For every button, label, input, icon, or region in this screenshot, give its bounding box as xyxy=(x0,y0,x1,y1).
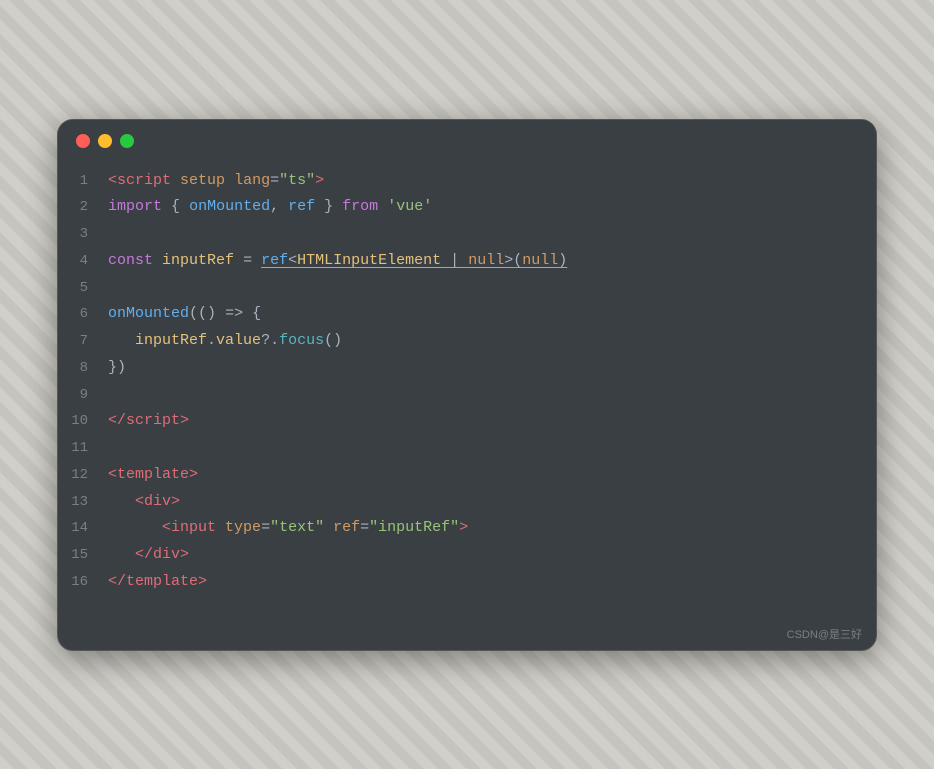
code-line-5: 5 xyxy=(58,275,876,302)
line-number: 2 xyxy=(58,196,108,219)
code-line-4: 4 const inputRef = ref<HTMLInputElement … xyxy=(58,248,876,275)
line-number: 4 xyxy=(58,250,108,273)
watermark: CSDN@是三好 xyxy=(58,620,876,650)
code-window: 1 <script setup lang="ts"> 2 import { on… xyxy=(57,119,877,651)
code-line-8: 8 }) xyxy=(58,355,876,382)
line-content: import { onMounted, ref } from 'vue' xyxy=(108,195,432,220)
code-line-9: 9 xyxy=(58,382,876,409)
code-line-12: 12 <template> xyxy=(58,462,876,489)
line-content: </div> xyxy=(108,543,189,568)
titlebar xyxy=(58,120,876,158)
line-content: <template> xyxy=(108,463,198,488)
code-line-10: 10 </script> xyxy=(58,408,876,435)
code-line-3: 3 xyxy=(58,221,876,248)
line-number: 1 xyxy=(58,170,108,193)
code-line-13: 13 <div> xyxy=(58,489,876,516)
line-number: 3 xyxy=(58,223,108,246)
line-content xyxy=(108,276,117,301)
line-content: }) xyxy=(108,356,126,381)
code-line-14: 14 <input type="text" ref="inputRef"> xyxy=(58,515,876,542)
line-number: 7 xyxy=(58,330,108,353)
line-content: <div> xyxy=(108,490,180,515)
line-number: 8 xyxy=(58,357,108,380)
line-number: 13 xyxy=(58,491,108,514)
code-line-6: 6 onMounted(() => { xyxy=(58,301,876,328)
line-number: 14 xyxy=(58,517,108,540)
code-editor: 1 <script setup lang="ts"> 2 import { on… xyxy=(58,158,876,620)
line-content: onMounted(() => { xyxy=(108,302,261,327)
line-content: </script> xyxy=(108,409,189,434)
line-content: <input type="text" ref="inputRef"> xyxy=(108,516,468,541)
line-number: 10 xyxy=(58,410,108,433)
code-line-7: 7 inputRef.value?.focus() xyxy=(58,328,876,355)
line-number: 15 xyxy=(58,544,108,567)
line-content xyxy=(108,436,117,461)
line-number: 12 xyxy=(58,464,108,487)
line-content xyxy=(108,383,117,408)
line-number: 16 xyxy=(58,571,108,594)
line-number: 6 xyxy=(58,303,108,326)
line-number: 11 xyxy=(58,437,108,460)
line-number: 5 xyxy=(58,277,108,300)
code-line-1: 1 <script setup lang="ts"> xyxy=(58,168,876,195)
close-button[interactable] xyxy=(76,134,90,148)
line-content xyxy=(108,222,117,247)
line-content: const inputRef = ref<HTMLInputElement | … xyxy=(108,249,567,274)
maximize-button[interactable] xyxy=(120,134,134,148)
code-line-16: 16 </template> xyxy=(58,569,876,596)
line-number: 9 xyxy=(58,384,108,407)
line-content: <script setup lang="ts"> xyxy=(108,169,324,194)
line-content: inputRef.value?.focus() xyxy=(108,329,342,354)
code-line-11: 11 xyxy=(58,435,876,462)
line-content: </template> xyxy=(108,570,207,595)
code-line-2: 2 import { onMounted, ref } from 'vue' xyxy=(58,194,876,221)
code-line-15: 15 </div> xyxy=(58,542,876,569)
minimize-button[interactable] xyxy=(98,134,112,148)
